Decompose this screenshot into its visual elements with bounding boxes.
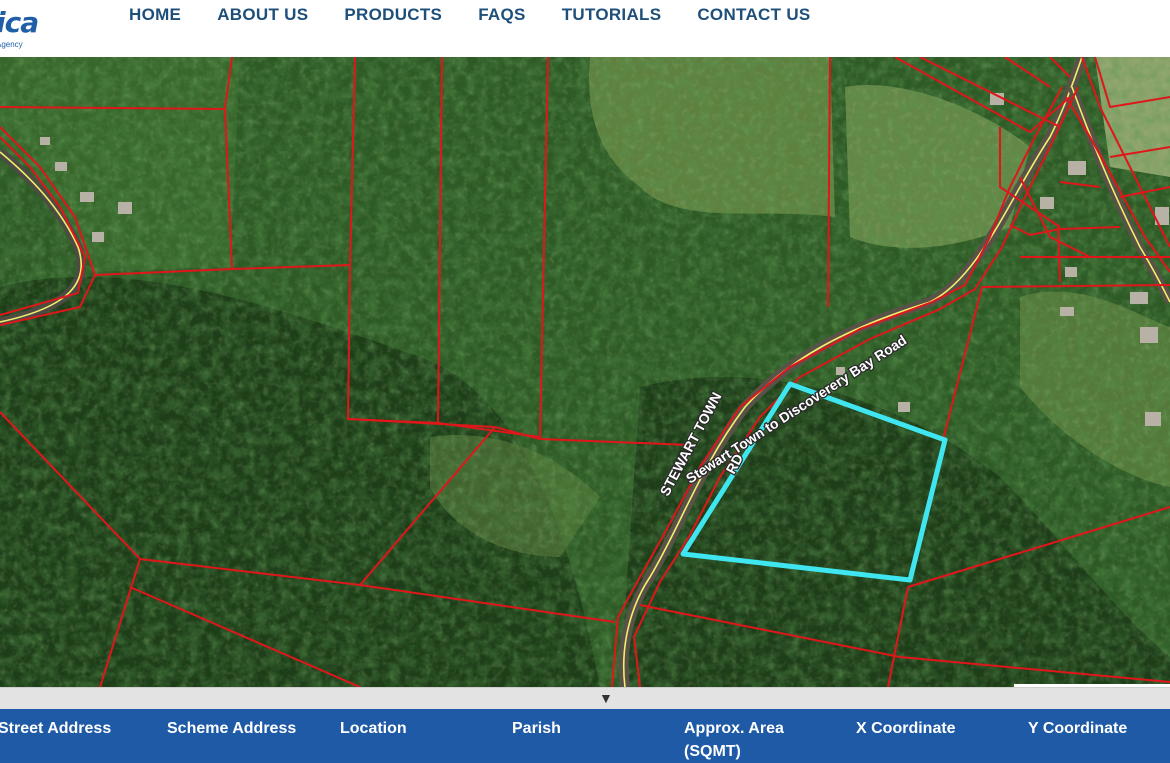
map-canvas[interactable]: Stewart Town to Discoverery Bay Road STE…	[0, 57, 1170, 687]
building	[40, 137, 50, 145]
building	[92, 232, 104, 242]
column-header-scheme-address[interactable]: Scheme Address	[167, 717, 296, 740]
column-header-location[interactable]: Location	[340, 717, 407, 740]
logo-subtitle: Agency	[0, 40, 23, 49]
column-header-approx-area-line1: Approx. Area	[684, 720, 784, 737]
building	[1068, 161, 1086, 175]
building	[1065, 267, 1077, 277]
building	[1145, 412, 1161, 426]
building	[1140, 327, 1158, 343]
logo-text: ica	[0, 6, 39, 39]
nav-faqs[interactable]: FAQS	[478, 5, 526, 25]
site-header: ica Agency HOME ABOUT US PRODUCTS FAQS T…	[0, 0, 1170, 57]
nav-home[interactable]: HOME	[129, 5, 181, 25]
building	[1040, 197, 1054, 209]
main-nav: HOME ABOUT US PRODUCTS FAQS TUTORIALS CO…	[129, 5, 811, 25]
column-header-x-coordinate[interactable]: X Coordinate	[856, 717, 956, 740]
building	[55, 162, 67, 171]
building	[1060, 307, 1074, 316]
nav-contact-us[interactable]: CONTACT US	[697, 5, 810, 25]
canopy-highlight	[0, 57, 1170, 687]
column-header-approx-area[interactable]: Approx. Area (SQMT)	[684, 717, 784, 763]
nav-about-us[interactable]: ABOUT US	[217, 5, 308, 25]
building	[898, 402, 910, 412]
nav-products[interactable]: PRODUCTS	[344, 5, 442, 25]
building	[118, 202, 132, 214]
results-table-header: Street Address Scheme Address Location P…	[0, 709, 1170, 763]
column-header-parish[interactable]: Parish	[512, 717, 561, 740]
building	[1130, 292, 1148, 304]
collapse-arrow-icon[interactable]: ▼	[599, 690, 613, 706]
column-header-approx-area-line2: (SQMT)	[684, 743, 741, 760]
building	[80, 192, 94, 202]
parcel-map[interactable]: Stewart Town to Discoverery Bay Road STE…	[0, 57, 1170, 687]
column-header-y-coordinate[interactable]: Y Coordinate	[1028, 717, 1127, 740]
nav-tutorials[interactable]: TUTORIALS	[562, 5, 662, 25]
panel-collapse-bar[interactable]	[0, 687, 1170, 710]
site-logo[interactable]: ica Agency	[0, 2, 56, 52]
column-header-street-address[interactable]: Street Address	[0, 717, 111, 740]
